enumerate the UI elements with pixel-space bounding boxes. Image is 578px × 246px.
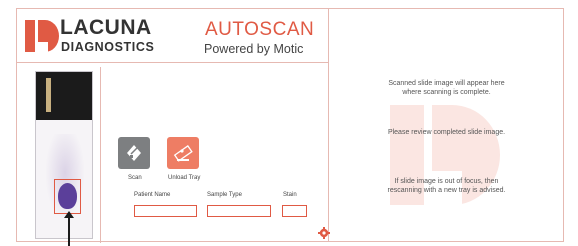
preview-line-2: where scanning is complete. bbox=[402, 89, 491, 96]
product-title: AUTOSCAN bbox=[205, 19, 315, 40]
brand-name: LACUNA bbox=[60, 16, 152, 39]
unload-tray-button[interactable] bbox=[167, 137, 199, 169]
gear-icon[interactable] bbox=[318, 227, 330, 239]
preview-message-2: Please review completed slide image. bbox=[330, 128, 563, 137]
preview-message-3: If slide image is out of focus, then res… bbox=[330, 177, 563, 195]
preview-line-1: Scanned slide image will appear here bbox=[388, 80, 505, 87]
powered-by-text: Powered by Motic bbox=[204, 42, 304, 56]
scan-button[interactable] bbox=[118, 137, 150, 169]
patient-name-label: Patient Name bbox=[134, 192, 171, 198]
lacuna-logo-icon bbox=[25, 20, 59, 52]
slide-label-area bbox=[36, 72, 92, 120]
pointer-arrow-icon bbox=[64, 211, 74, 246]
scan-label: Scan bbox=[128, 175, 142, 181]
eject-slide-icon bbox=[173, 145, 193, 162]
control-panel: LACUNA DIAGNOSTICS AUTOSCAN Powered by M… bbox=[17, 9, 330, 246]
stained-sample bbox=[58, 183, 77, 209]
slide-preview-panel bbox=[17, 67, 101, 246]
region-of-interest-box[interactable] bbox=[54, 179, 81, 214]
preview-message-1: Scanned slide image will appear here whe… bbox=[330, 79, 563, 97]
sample-type-label: Sample Type bbox=[207, 192, 242, 198]
preview-line-5: rescanning with a new tray is advised. bbox=[387, 187, 506, 194]
app-header: LACUNA DIAGNOSTICS AUTOSCAN Powered by M… bbox=[17, 9, 329, 63]
preview-line-3: Please review completed slide image. bbox=[387, 129, 506, 136]
stain-label: Stain bbox=[283, 192, 297, 198]
stain-field[interactable] bbox=[282, 205, 307, 217]
autoscan-window: LACUNA DIAGNOSTICS AUTOSCAN Powered by M… bbox=[16, 8, 564, 246]
brand-subtitle: DIAGNOSTICS bbox=[61, 40, 155, 54]
unload-tray-label: Unload Tray bbox=[168, 175, 201, 181]
scanned-image-panel: Scanned slide image will appear here whe… bbox=[330, 9, 563, 241]
patient-name-field[interactable] bbox=[134, 205, 197, 217]
scan-icon bbox=[127, 145, 141, 161]
sample-type-field[interactable] bbox=[207, 205, 271, 217]
preview-line-4: If slide image is out of focus, then bbox=[394, 178, 499, 185]
